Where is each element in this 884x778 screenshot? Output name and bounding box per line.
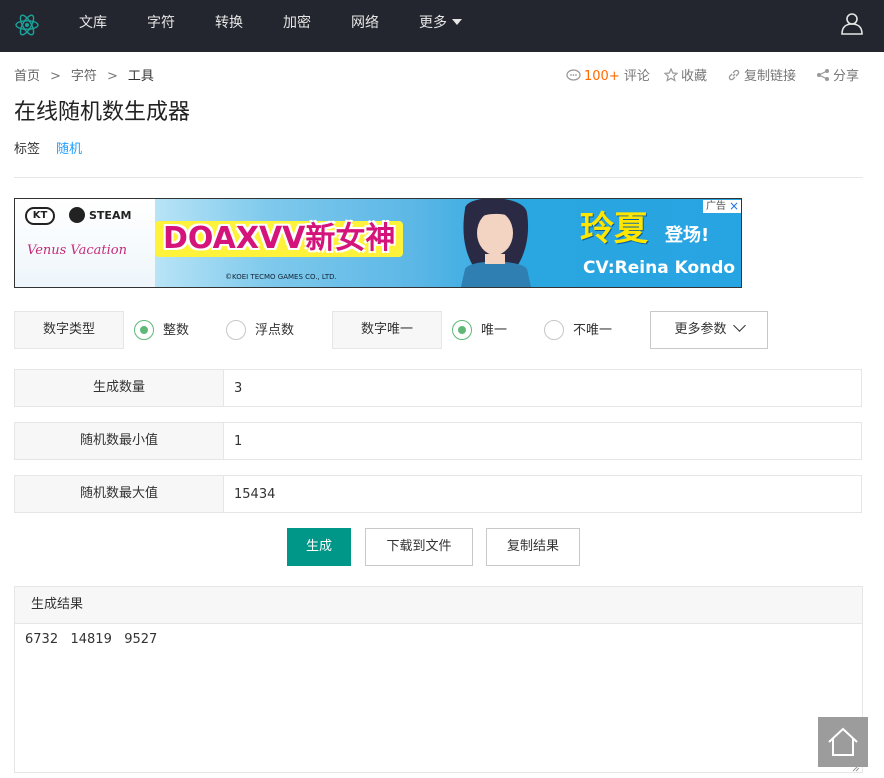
radio-unchecked-icon [226,320,246,340]
radio-float-label: 浮点数 [255,323,295,338]
nav-item-network[interactable]: 网络 [351,14,379,32]
radio-float[interactable]: 浮点数 [226,320,306,340]
caret-down-icon [452,19,462,25]
unique-label: 数字唯一 [332,311,442,349]
share-label: 分享 [833,69,860,84]
share-icon [817,69,829,81]
radio-checked-icon [134,320,154,340]
more-params-button[interactable]: 更多参数 [650,311,768,349]
max-row: 随机数最大值 [14,475,862,513]
chevron-down-icon [732,319,746,332]
breadcrumb-tools[interactable]: 工具 [128,69,154,84]
count-input[interactable] [224,370,861,406]
tag-row: 标签 随机 [14,141,82,159]
breadcrumb: 首页 > 字符 > 工具 [14,68,154,86]
ad-close-icon[interactable]: × [727,200,741,213]
nav-item-convert[interactable]: 转换 [215,14,243,32]
atom-logo-icon[interactable] [14,12,40,38]
max-label: 随机数最大值 [15,476,224,512]
count-row: 生成数量 [14,369,862,407]
ad-right-title-suffix: 登场! [665,225,710,246]
ad-badge: 广告 [703,200,729,213]
comment-count: 100+ [584,69,620,84]
link-icon [728,69,740,81]
ad-banner[interactable]: KT STEAM Venus Vacation DOAXVV新女神 ©KOEI … [14,198,742,288]
result-textarea[interactable]: 6732 14819 9527 [14,623,863,773]
ad-steam-text: STEAM [89,209,132,222]
nav-item-chars[interactable]: 字符 [147,14,175,32]
max-input[interactable] [224,476,861,512]
ad-steam-logo: STEAM [69,207,131,225]
top-navbar: 文库 字符 转换 加密 网络 更多 [0,0,884,52]
radio-integer-label: 整数 [163,323,190,338]
radio-checked-icon [452,320,472,340]
min-label: 随机数最小值 [15,423,224,459]
favorite-action[interactable]: 收藏 [663,67,708,86]
min-input[interactable] [224,423,861,459]
count-label: 生成数量 [15,370,224,406]
breadcrumb-separator: > [106,69,118,84]
tags-label: 标签 [14,142,41,157]
ad-kt-logo: KT [25,207,55,225]
nav-more-label: 更多 [419,15,447,31]
radio-unique-label: 唯一 [481,323,508,338]
breadcrumb-separator: > [50,69,61,84]
generate-button[interactable]: 生成 [287,528,351,566]
result-header: 生成结果 [14,586,863,624]
comment-label: 评论 [623,69,650,84]
user-icon[interactable] [840,11,864,35]
number-type-label: 数字类型 [14,311,124,349]
nav-item-library[interactable]: 文库 [79,14,107,32]
more-params-label: 更多参数 [674,322,727,337]
star-icon [663,67,679,82]
share-action[interactable]: 分享 [816,68,859,86]
copy-result-button[interactable]: 复制结果 [486,528,580,566]
radio-not-unique-label: 不唯一 [573,323,613,338]
ad-copyright: ©KOEI TECMO GAMES CO., LTD. [225,273,337,281]
min-row: 随机数最小值 [14,422,862,460]
nav-item-encrypt[interactable]: 加密 [283,14,311,32]
copy-link-label: 复制链接 [744,69,797,84]
comment-icon [566,69,581,81]
page-title: 在线随机数生成器 [14,100,191,125]
ad-character-image [461,199,531,287]
ad-right-sub: CV:Reina Kondo [583,258,736,278]
breadcrumb-home[interactable]: 首页 [14,69,40,84]
ad-main-text: DOAXVV新女神 [155,221,404,257]
steam-icon [69,207,85,223]
tag-link-random[interactable]: 随机 [56,142,82,157]
breadcrumb-chars[interactable]: 字符 [71,69,97,84]
radio-unchecked-icon [544,320,564,340]
radio-not-unique[interactable]: 不唯一 [544,320,624,340]
copy-link-action[interactable]: 复制链接 [727,68,796,86]
radio-integer[interactable]: 整数 [134,320,204,340]
favorite-label: 收藏 [681,69,708,84]
radio-unique[interactable]: 唯一 [452,320,522,340]
home-icon [828,727,858,756]
ad-venus-logo: Venus Vacation [27,243,127,258]
back-to-top-button[interactable] [818,717,868,767]
ad-right-title: 玲夏 [580,209,648,249]
nav-item-more[interactable]: 更多 [419,14,462,32]
divider [14,177,863,178]
download-button[interactable]: 下载到文件 [365,528,473,566]
comment-action[interactable]: 100+ 评论 [566,68,650,86]
